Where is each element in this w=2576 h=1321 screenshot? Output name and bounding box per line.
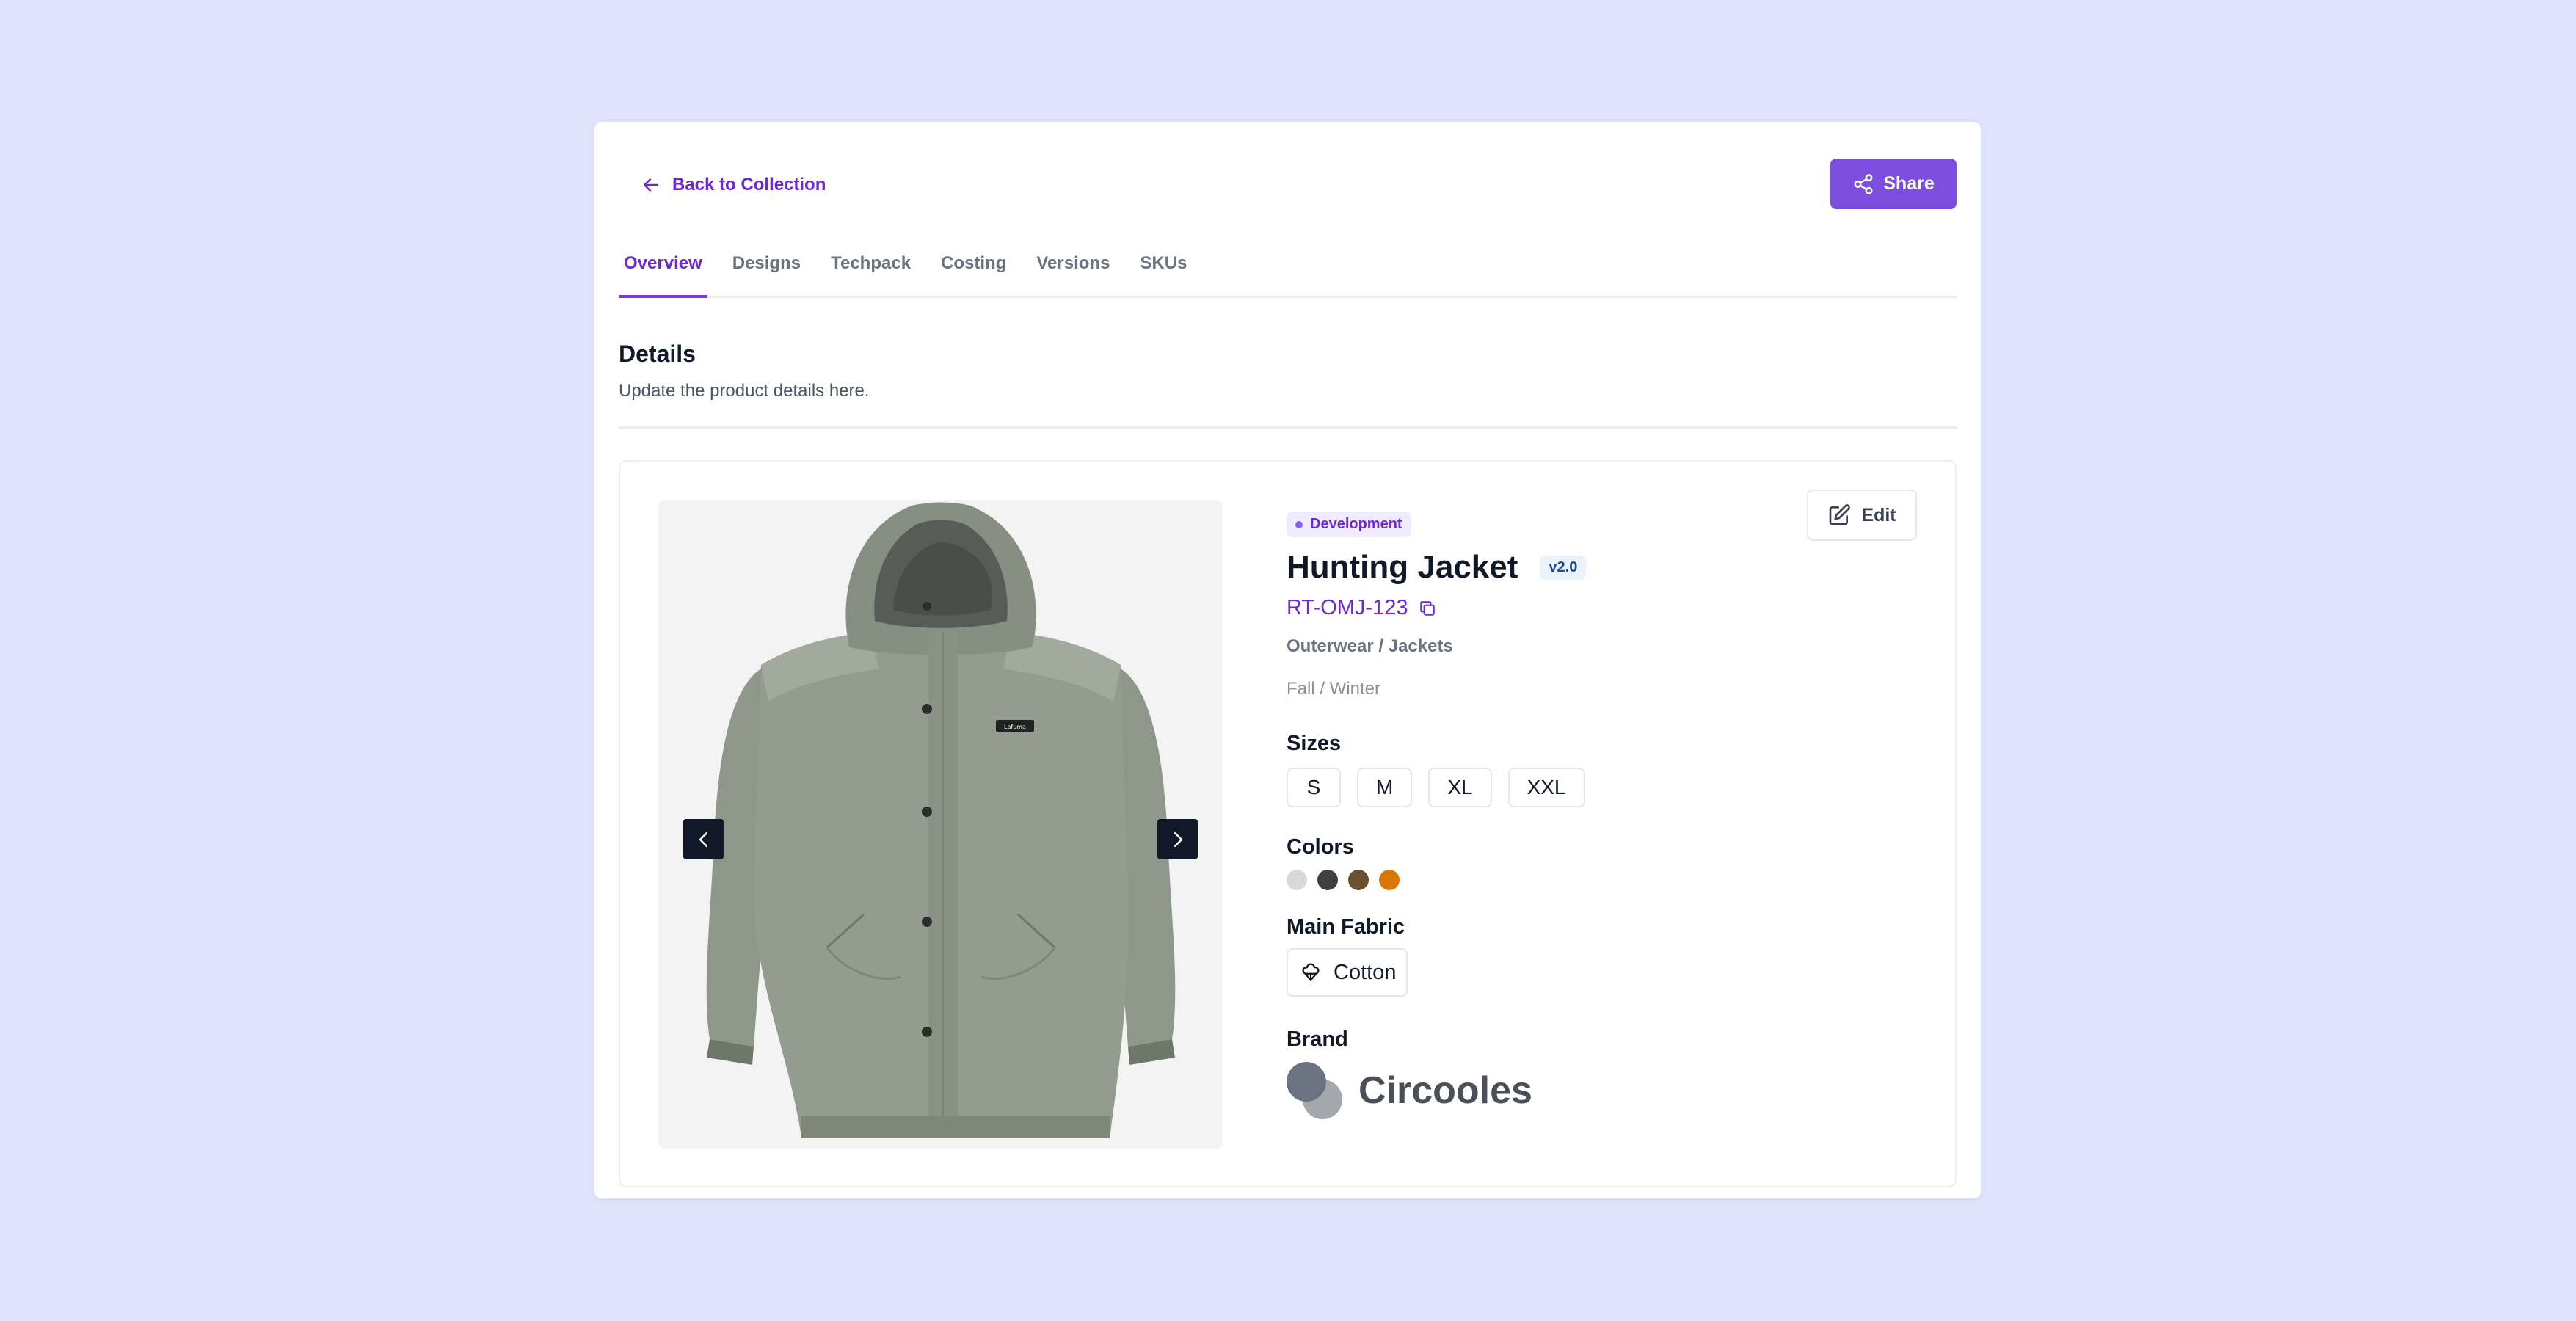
brand-patch-label: Lafuma	[1004, 724, 1026, 730]
tab-costing[interactable]: Costing	[936, 230, 1011, 296]
brand-logo-icon	[1287, 1062, 1344, 1119]
product-card: Back to Collection Share Overview Design…	[594, 122, 1981, 1198]
tab-overview[interactable]: Overview	[619, 230, 707, 298]
edit-button-label: Edit	[1861, 504, 1896, 525]
fabric-chip: Cotton	[1287, 948, 1408, 997]
share-button[interactable]: Share	[1830, 159, 1957, 209]
details-header: Details Update the product details here.	[619, 341, 1957, 401]
status-dot-icon	[1295, 520, 1303, 528]
status-badge: Development	[1287, 512, 1411, 537]
share-icon	[1854, 173, 1873, 194]
edit-button[interactable]: Edit	[1807, 490, 1917, 541]
divider	[619, 426, 1957, 429]
color-swatch[interactable]	[1287, 870, 1307, 890]
product-category: Outerwear / Jackets	[1287, 636, 1453, 656]
color-swatch[interactable]	[1348, 870, 1369, 890]
share-button-label: Share	[1883, 173, 1935, 194]
size-chip-s[interactable]: S	[1287, 768, 1341, 807]
back-link-label: Back to Collection	[672, 175, 826, 194]
sku-code: RT-OMJ-123	[1287, 596, 1408, 619]
product-info: Development Hunting Jacket v2.0 RT-OMJ-1…	[1287, 512, 1844, 1119]
arrow-left-icon	[644, 178, 658, 192]
size-chip-m[interactable]: M	[1357, 768, 1413, 807]
brand: Circooles	[1287, 1062, 1844, 1119]
copy-icon[interactable]	[1418, 599, 1437, 618]
main-fabric-label: Main Fabric	[1287, 915, 1405, 939]
next-image-button[interactable]	[1157, 819, 1198, 859]
product-title: Hunting Jacket	[1287, 549, 1518, 585]
tab-techpack[interactable]: Techpack	[826, 230, 916, 296]
color-swatch[interactable]	[1317, 870, 1338, 890]
brand-label: Brand	[1287, 1027, 1348, 1051]
size-chip-xxl[interactable]: XXL	[1507, 768, 1585, 807]
color-swatches	[1287, 870, 1844, 890]
product-season: Fall / Winter	[1287, 679, 1381, 699]
size-chip-xl[interactable]: XL	[1428, 768, 1492, 807]
tab-skus[interactable]: SKUs	[1135, 230, 1192, 296]
chevron-right-icon	[1174, 831, 1182, 847]
status-label: Development	[1310, 516, 1402, 532]
version-badge: v2.0	[1540, 555, 1587, 580]
chevron-left-icon	[699, 831, 707, 847]
sizes-label: Sizes	[1287, 732, 1342, 755]
product-image-gallery: Lafuma	[658, 500, 1223, 1149]
previous-image-button[interactable]	[683, 819, 724, 859]
tab-versions[interactable]: Versions	[1031, 230, 1115, 296]
details-subtitle: Update the product details here.	[619, 381, 870, 401]
edit-icon	[1830, 504, 1851, 525]
details-title: Details	[619, 341, 696, 367]
cotton-icon	[1302, 963, 1320, 981]
brand-name: Circooles	[1358, 1069, 1532, 1112]
fabric-name: Cotton	[1334, 960, 1397, 984]
color-swatch[interactable]	[1379, 870, 1400, 890]
tab-designs[interactable]: Designs	[727, 230, 806, 296]
size-list: S M XL XXL	[1287, 768, 1844, 807]
back-to-collection-link[interactable]: Back to Collection	[640, 167, 826, 203]
product-image: Lafuma	[706, 502, 1176, 1138]
product-details-panel: Lafuma Development Hunting Jacket v2.0 R…	[619, 460, 1957, 1187]
colors-label: Colors	[1287, 835, 1354, 859]
